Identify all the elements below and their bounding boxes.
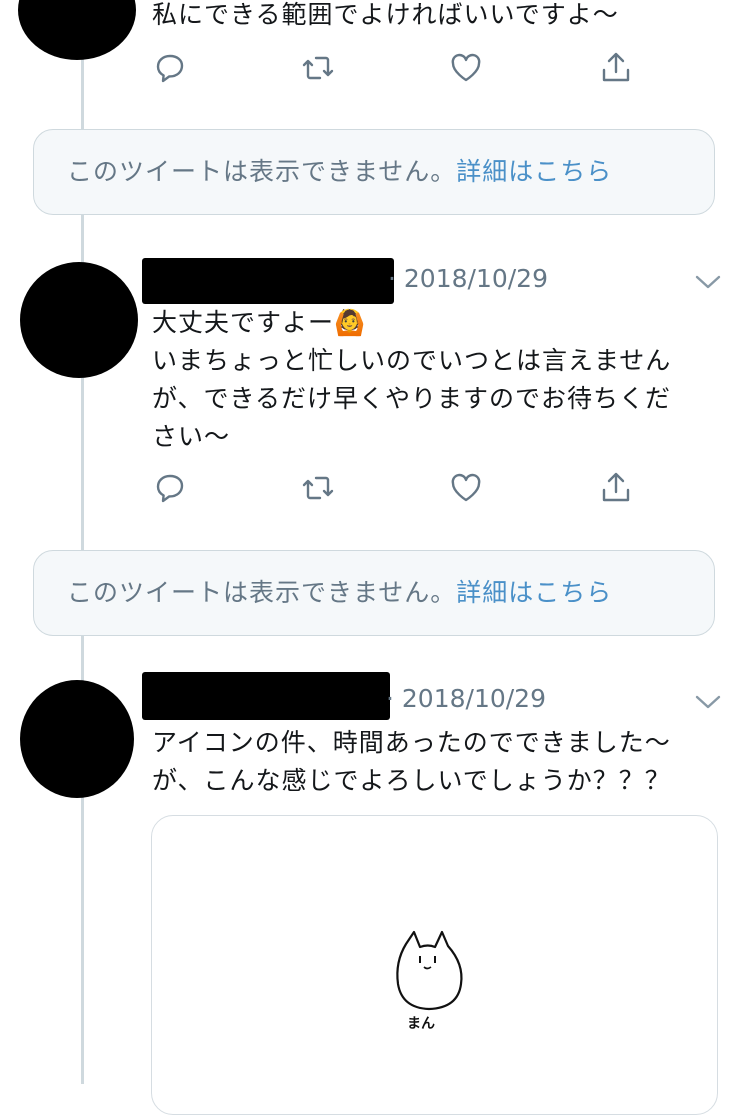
avatar[interactable] xyxy=(20,680,134,798)
retweet-icon[interactable] xyxy=(300,470,336,506)
image-caption: まん xyxy=(407,1016,435,1032)
notice-text: このツイートは表示できません。詳細はこちら xyxy=(67,152,612,188)
tweet-text: 私にできる範囲でよければいいですよ〜 xyxy=(152,0,619,29)
retweet-icon[interactable] xyxy=(300,50,336,86)
tweet-text: 大丈夫ですよー🙆 いまちょっと忙しいのでいつとは言えません が、できるだけ早くや… xyxy=(152,308,672,451)
like-icon[interactable] xyxy=(448,50,484,86)
notice-text: このツイートは表示できません。詳細はこちら xyxy=(67,573,612,609)
details-link[interactable]: 詳細はこちら xyxy=(456,157,612,186)
tweet-date: · 2018/10/29 xyxy=(388,264,548,293)
redacted-username xyxy=(142,672,390,720)
unavailable-tweet-notice: このツイートは表示できません。詳細はこちら xyxy=(33,129,715,215)
details-link[interactable]: 詳細はこちら xyxy=(456,578,612,607)
tweet-actions xyxy=(152,470,652,510)
like-icon[interactable] xyxy=(448,470,484,506)
tweet-text: アイコンの件、時間あったのでできました〜 が、こんな感じでよろしいでしょうか？？… xyxy=(152,728,671,795)
redacted-username xyxy=(142,258,394,304)
cat-drawing xyxy=(396,930,463,1011)
chevron-down-icon[interactable] xyxy=(694,272,722,292)
avatar[interactable] xyxy=(20,262,138,378)
avatar[interactable] xyxy=(18,0,136,60)
notice-message: このツイートは表示できません。 xyxy=(67,157,457,186)
share-icon[interactable] xyxy=(598,470,634,506)
media-image[interactable]: まん xyxy=(151,815,718,1115)
reply-icon[interactable] xyxy=(152,50,188,86)
share-icon[interactable] xyxy=(598,50,634,86)
tweet-date: · 2018/10/29 xyxy=(386,684,546,713)
tweet-actions xyxy=(152,50,652,90)
unavailable-tweet-notice: このツイートは表示できません。詳細はこちら xyxy=(33,550,715,636)
chevron-down-icon[interactable] xyxy=(694,692,722,712)
notice-message: このツイートは表示できません。 xyxy=(67,578,457,607)
reply-icon[interactable] xyxy=(152,470,188,506)
